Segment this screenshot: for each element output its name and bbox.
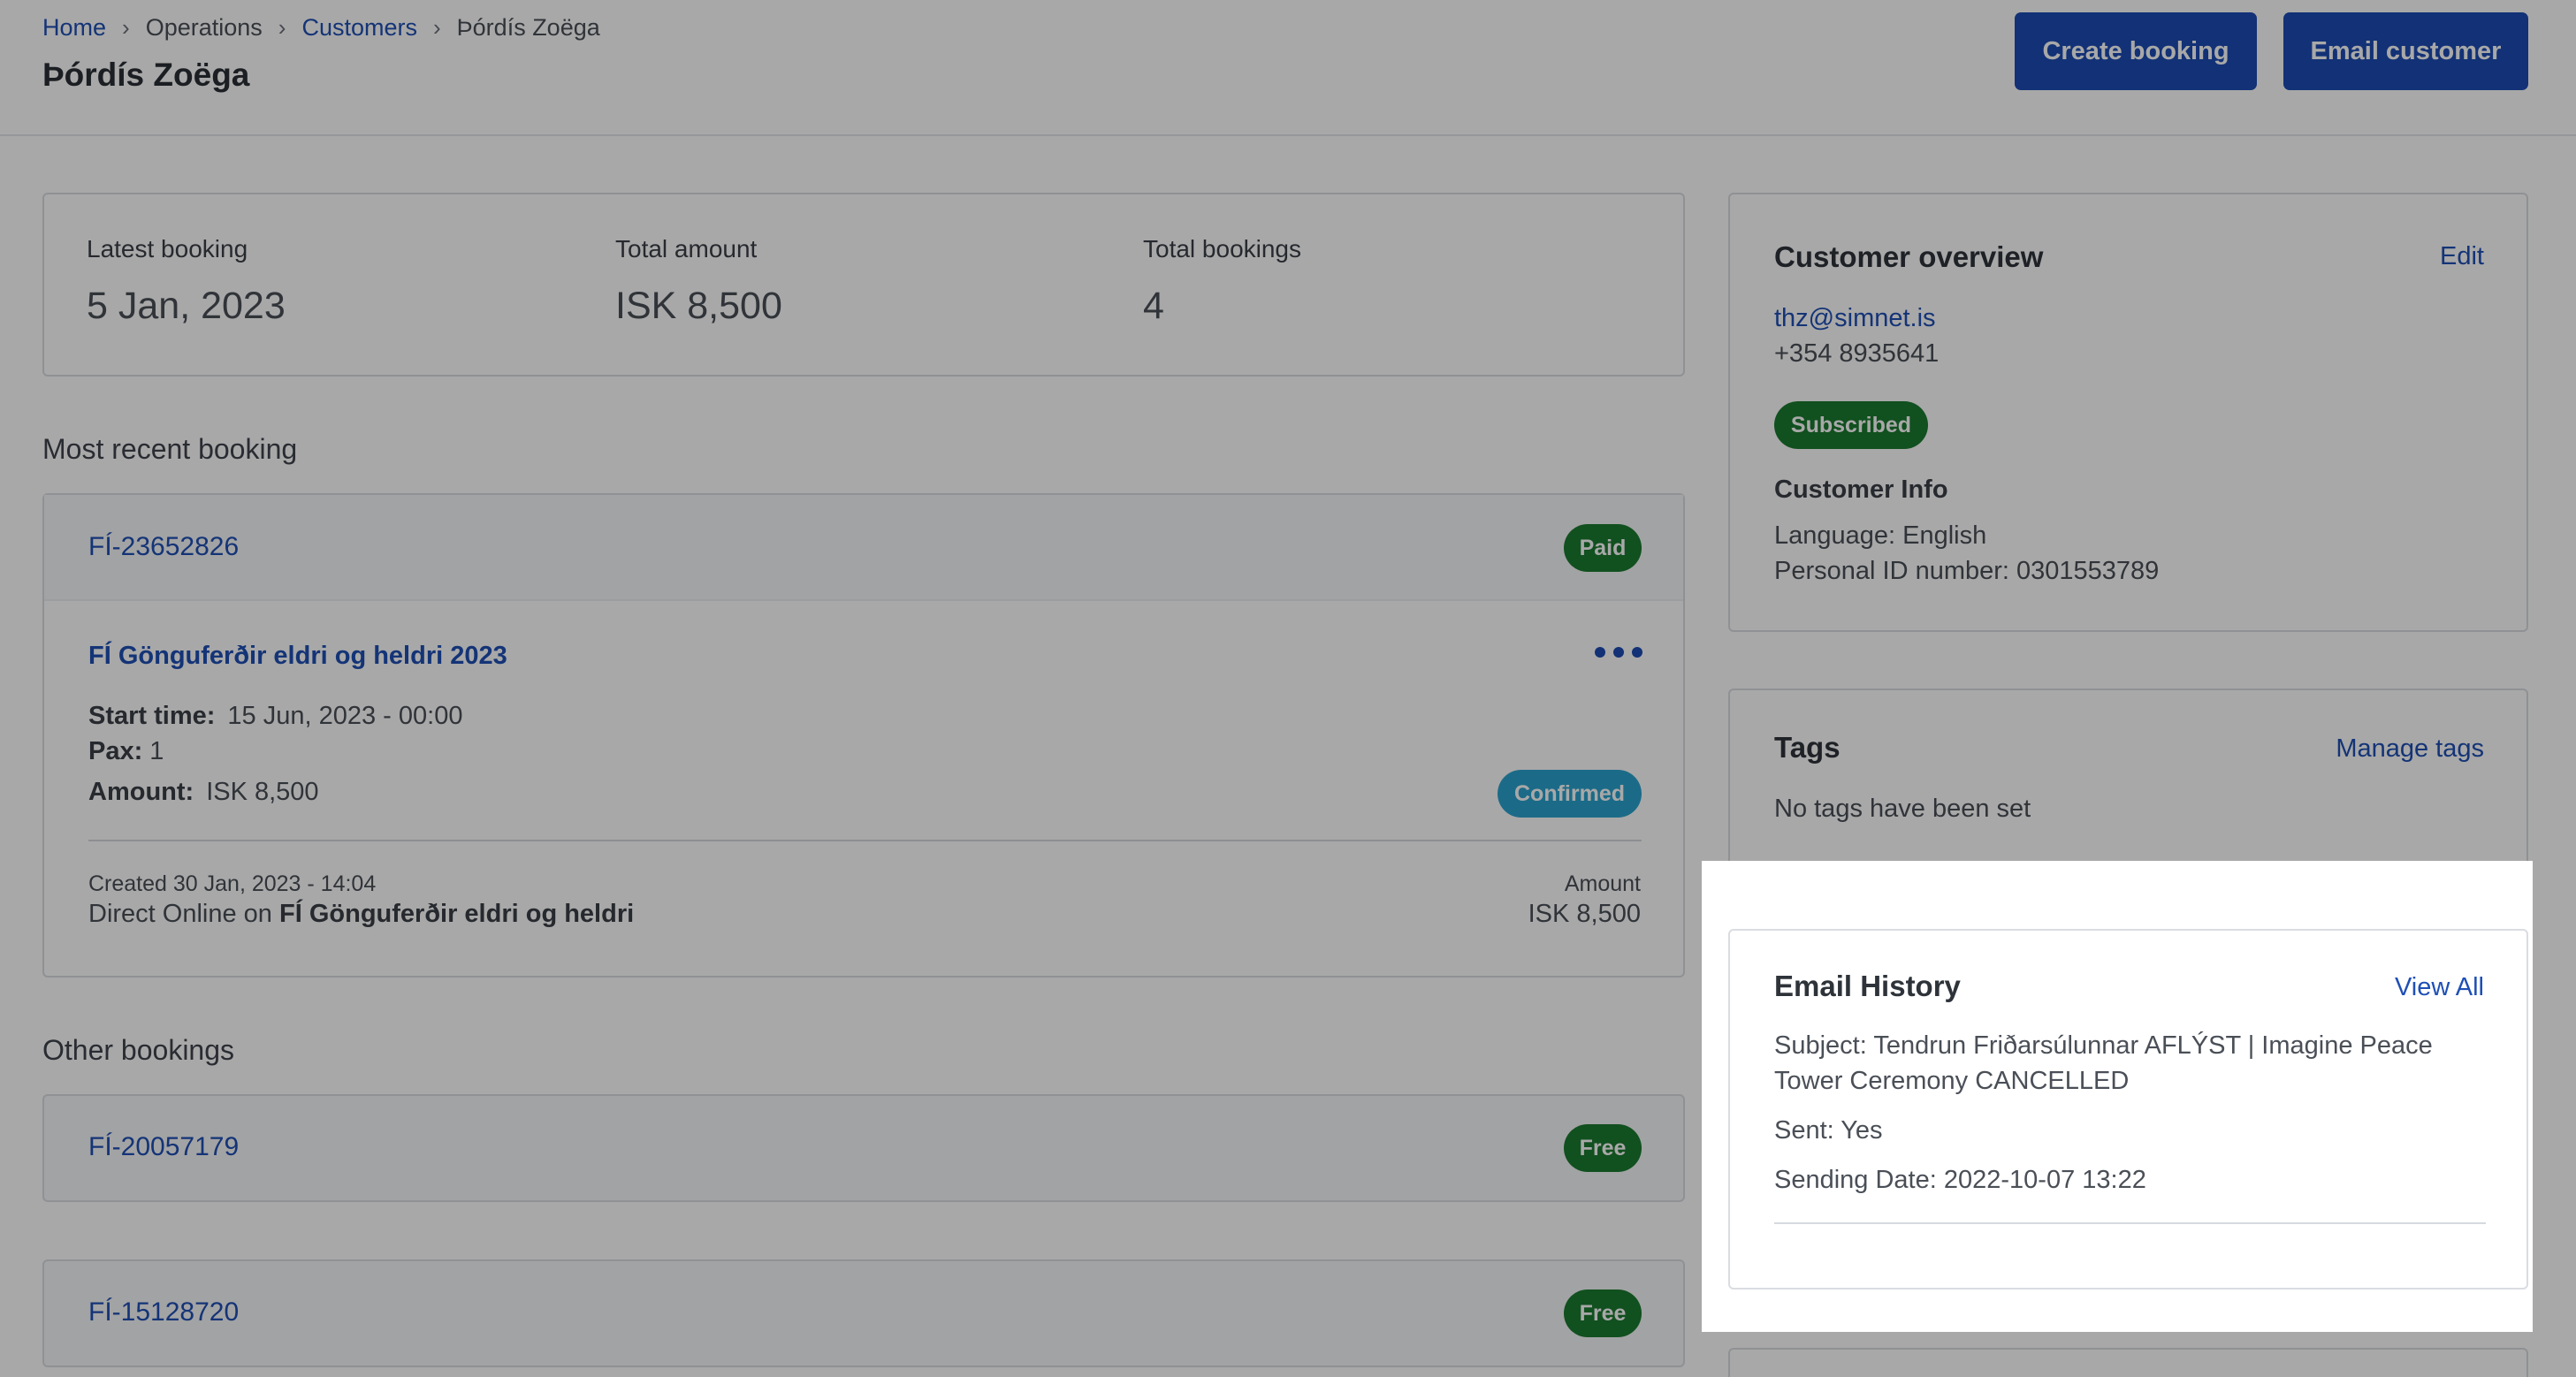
stat-label: Latest booking xyxy=(87,235,248,262)
start-time-value: 15 Jun, 2023 - 00:00 xyxy=(227,702,463,730)
stat-label: Total amount xyxy=(615,235,758,262)
booking-status-badge: Free xyxy=(1564,1124,1642,1172)
customer-language: Language: English xyxy=(1774,521,1987,550)
stat-total-amount: Total amount ISK 8,500 xyxy=(615,235,782,328)
stat-label: Total bookings xyxy=(1143,235,1302,262)
footer-amount-label: Amount xyxy=(1564,871,1641,896)
divider xyxy=(1774,1222,2486,1224)
tags-title: Tags xyxy=(1774,731,1841,764)
most-recent-booking-heading: Most recent booking xyxy=(42,433,298,465)
booking-status-badge: Confirmed xyxy=(1498,770,1642,818)
pax-row: Pax: 1 xyxy=(88,737,164,766)
customer-info-title: Customer Info xyxy=(1774,475,1948,504)
created-date: Created 30 Jan, 2023 - 14:04 xyxy=(88,871,377,896)
booking-id-link[interactable]: FÍ-23652826 xyxy=(88,532,239,562)
breadcrumb-separator-icon: › xyxy=(278,14,286,41)
breadcrumb: Home › Operations › Customers › Þórdís Z… xyxy=(42,14,600,42)
customer-personal-id: Personal ID number: 0301553789 xyxy=(1774,557,2160,585)
breadcrumb-separator-icon: › xyxy=(432,14,441,41)
other-booking-card: FÍ-15128720 Free xyxy=(42,1259,1685,1367)
divider xyxy=(88,840,1642,841)
product-title-link[interactable]: FÍ Gönguferðir eldri og heldri 2023 xyxy=(88,642,507,671)
start-time-row: Start time: 15 Jun, 2023 - 00:00 xyxy=(88,702,462,731)
other-bookings-heading: Other bookings xyxy=(42,1034,235,1066)
other-booking-card: FÍ-20057179 Free xyxy=(42,1094,1685,1202)
page-header: Home › Operations › Customers › Þórdís Z… xyxy=(0,0,2576,136)
stat-value: 4 xyxy=(1143,285,1164,327)
channel-name: FÍ Gönguferðir eldri og heldri xyxy=(279,900,635,928)
payment-status-badge: Paid xyxy=(1564,524,1642,572)
view-all-emails-link[interactable]: View All xyxy=(2395,973,2484,1002)
customer-overview-card: Customer overview Edit thz@simnet.is +35… xyxy=(1728,193,2528,632)
manage-tags-link[interactable]: Manage tags xyxy=(2336,734,2484,764)
email-subject-line2: Tower Ceremony CANCELLED xyxy=(1774,1067,2130,1095)
stat-value: 5 Jan, 2023 xyxy=(87,285,286,327)
booking-status-badge: Free xyxy=(1564,1290,1642,1337)
email-history-title: Email History xyxy=(1774,970,1961,1002)
channel-prefix: Direct Online on xyxy=(88,900,279,928)
edit-customer-link[interactable]: Edit xyxy=(2440,242,2484,271)
breadcrumb-separator-icon: › xyxy=(122,14,130,41)
amount-row: Amount: ISK 8,500 xyxy=(88,778,319,807)
booking-card-header: FÍ-23652826 Paid xyxy=(44,495,1683,601)
email-customer-button[interactable]: Email customer xyxy=(2283,12,2528,90)
page-title: Þórdís Zoëga xyxy=(42,57,250,93)
stat-value: ISK 8,500 xyxy=(615,285,782,327)
customer-phone: +354 8935641 xyxy=(1774,339,1940,368)
start-time-label: Start time: xyxy=(88,702,216,730)
email-sending-date: Sending Date: 2022-10-07 13:22 xyxy=(1774,1166,2146,1194)
customer-email-link[interactable]: thz@simnet.is xyxy=(1774,304,1936,333)
email-history-card: Email History View All Subject: Tendrun … xyxy=(1728,929,2528,1290)
pax-label: Pax: xyxy=(88,737,143,765)
summary-stats-card: Latest booking 5 Jan, 2023 Total amount … xyxy=(42,193,1685,377)
stat-latest-booking: Latest booking 5 Jan, 2023 xyxy=(87,235,286,328)
breadcrumb-customers-link[interactable]: Customers xyxy=(301,14,417,42)
amount-value: ISK 8,500 xyxy=(206,778,319,806)
pax-value: 1 xyxy=(149,737,164,765)
stat-total-bookings: Total bookings 4 xyxy=(1143,235,1301,328)
customer-overview-title: Customer overview xyxy=(1774,240,2044,273)
amount-label: Amount: xyxy=(88,778,194,806)
tags-card: Tags Manage tags No tags have been set xyxy=(1728,688,2528,871)
booking-id-link[interactable]: FÍ-20057179 xyxy=(88,1132,239,1162)
booking-id-link[interactable]: FÍ-15128720 xyxy=(88,1297,239,1328)
email-sent-status: Sent: Yes xyxy=(1774,1116,1883,1145)
recent-booking-card: FÍ-23652826 Paid FÍ Gönguferðir eldri og… xyxy=(42,493,1685,978)
breadcrumb-home-link[interactable]: Home xyxy=(42,14,106,42)
breadcrumb-current: Þórdís Zoëga xyxy=(456,14,600,41)
booking-channel: Direct Online on FÍ Gönguferðir eldri og… xyxy=(88,900,634,929)
create-booking-button[interactable]: Create booking xyxy=(2015,12,2257,90)
breadcrumb-operations: Operations xyxy=(145,14,263,41)
subscription-badge: Subscribed xyxy=(1774,401,1928,449)
footer-amount-value: ISK 8,500 xyxy=(1528,900,1641,928)
email-history-highlight: Email History View All Subject: Tendrun … xyxy=(1702,861,2533,1332)
next-card xyxy=(1728,1348,2528,1377)
tags-empty-message: No tags have been set xyxy=(1774,795,2031,823)
email-subject-line1: Subject: Tendrun Friðarsúlunnar AFLÝST |… xyxy=(1774,1031,2433,1060)
more-options-icon[interactable] xyxy=(1588,635,1650,670)
